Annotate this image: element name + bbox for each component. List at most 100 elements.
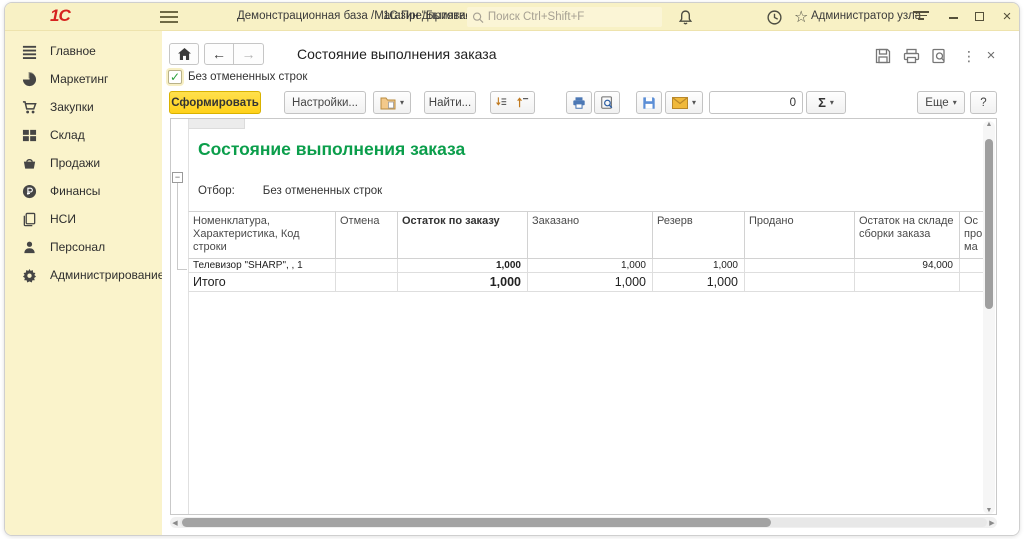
cell-sold[interactable] (745, 259, 855, 273)
expand-groups-icon (496, 96, 507, 109)
search-icon (472, 11, 484, 24)
titlebar: 1С Демонстрационная база /Магазин "Бытов… (5, 3, 1019, 31)
cell-total-label[interactable]: Итого (188, 273, 336, 292)
settings-button[interactable]: Настройки... (284, 91, 366, 114)
sidebar-item-marketing[interactable]: Маркетинг (5, 65, 162, 93)
home-button[interactable] (169, 43, 199, 65)
collapse-group-button[interactable]: − (172, 172, 183, 183)
scroll-up-arrow-icon[interactable]: ▲ (983, 121, 995, 128)
search-field[interactable] (488, 11, 657, 23)
cell-ordered[interactable]: 1,000 (528, 259, 653, 273)
col-header-sold[interactable]: Продано (745, 211, 855, 259)
close-window-button[interactable]: × (999, 9, 1015, 25)
sidebar-item-finansy[interactable]: Финансы (5, 177, 162, 205)
vertical-scrollbar[interactable]: ▲ ▼ (983, 121, 995, 514)
collapse-groups-button[interactable] (512, 91, 535, 114)
vertical-scroll-thumb[interactable] (985, 139, 993, 309)
marketing-pie-icon (22, 72, 37, 87)
minimize-button[interactable] (945, 9, 961, 25)
forward-button[interactable]: → (234, 43, 264, 65)
cell-total-ordered[interactable]: 1,000 (528, 273, 653, 292)
spreadsheet-corner (189, 119, 245, 129)
history-clock-icon[interactable] (766, 9, 783, 26)
sidebar-item-administrirovanie[interactable]: Администрирование (5, 261, 162, 289)
favorites-star-icon[interactable]: ☆ (794, 7, 811, 24)
sidebar-item-prodazhi[interactable]: Продажи (5, 149, 162, 177)
no-cancelled-rows-checkbox[interactable]: ✓ (168, 70, 182, 84)
horizontal-scrollbar[interactable]: ◀ ▶ (170, 517, 997, 528)
print-report-icon[interactable] (903, 48, 923, 66)
report-variants-button[interactable]: ▾ (373, 91, 411, 114)
save-result-button[interactable] (636, 91, 662, 114)
group-margin-divider (188, 119, 189, 515)
finance-ruble-icon (22, 184, 37, 199)
preview-icon[interactable] (931, 48, 951, 66)
cell-cancel[interactable] (336, 259, 398, 273)
report-title: Состояние выполнения заказа (198, 139, 465, 160)
horizontal-scroll-track[interactable] (180, 518, 987, 527)
find-button[interactable]: Найти... (424, 91, 476, 114)
hamburger-menu-icon[interactable] (160, 11, 178, 23)
cell-clipped[interactable] (960, 259, 984, 273)
filter-checkbox-row[interactable]: ✓ Без отмененных строк (168, 70, 307, 84)
col-header-order-remainder[interactable]: Остаток по заказу (398, 211, 528, 259)
group-bracket-line (177, 183, 178, 269)
sidebar-item-glavnoe[interactable]: Главное (5, 37, 162, 65)
page-title: Состояние выполнения заказа (297, 46, 497, 62)
cell-reserve[interactable]: 1,000 (653, 259, 745, 273)
more-actions-button[interactable]: Еще ▾ (917, 91, 965, 114)
col-header-clipped[interactable]: Ос про ма (960, 211, 984, 259)
cell-total-assembly-warehouse[interactable] (855, 273, 960, 292)
save-report-icon[interactable] (875, 48, 895, 66)
main-menu-icon (22, 44, 37, 59)
cell-total-sold[interactable] (745, 273, 855, 292)
report-variant-folder-icon (380, 96, 396, 110)
report-table: Номенклатура, Характеристика, Код строки… (188, 211, 984, 292)
cell-order-remainder[interactable]: 1,000 (398, 259, 528, 273)
quick-sum-field[interactable] (709, 91, 803, 114)
col-header-nomenclature[interactable]: Номенклатура, Характеристика, Код строки (188, 211, 336, 259)
group-bracket-tick (177, 269, 187, 270)
maximize-button[interactable] (971, 9, 987, 25)
app-name: 1С:Предприятие (383, 10, 472, 22)
back-button[interactable]: ← (204, 43, 234, 65)
home-icon (178, 48, 191, 60)
col-header-reserve[interactable]: Резерв (653, 211, 745, 259)
sidebar-item-personal[interactable]: Персонал (5, 233, 162, 261)
horizontal-scroll-thumb[interactable] (182, 518, 771, 527)
col-header-assembly-warehouse[interactable]: Остаток на складе сборки заказа (855, 211, 960, 259)
cell-total-cancel[interactable] (336, 273, 398, 292)
print-button[interactable] (566, 91, 592, 114)
scroll-down-arrow-icon[interactable]: ▼ (983, 507, 995, 514)
current-user-name[interactable]: Администратор узла (811, 10, 921, 22)
cell-total-order-remainder[interactable]: 1,000 (398, 273, 528, 292)
sidebar-item-sklad[interactable]: Склад (5, 121, 162, 149)
col-header-cancel[interactable]: Отмена (336, 211, 398, 259)
warehouse-grid-icon (22, 128, 37, 143)
connection-status-icon[interactable] (913, 11, 929, 23)
cell-total-clipped[interactable] (960, 273, 984, 292)
cell-total-reserve[interactable]: 1,000 (653, 273, 745, 292)
global-search-input[interactable] (467, 7, 662, 27)
expand-groups-button[interactable] (490, 91, 513, 114)
sidebar-item-nsi[interactable]: НСИ (5, 205, 162, 233)
scroll-right-arrow-icon[interactable]: ▶ (987, 519, 997, 527)
print-preview-button[interactable] (594, 91, 620, 114)
cell-assembly-warehouse[interactable]: 94,000 (855, 259, 960, 273)
mail-envelope-icon (672, 97, 688, 109)
scroll-left-arrow-icon[interactable]: ◀ (170, 519, 180, 527)
printer-icon (572, 96, 586, 110)
col-header-ordered[interactable]: Заказано (528, 211, 653, 259)
filter-value: Без отмененных строк (263, 185, 382, 197)
notifications-bell-icon[interactable] (677, 9, 694, 26)
more-menu-icon[interactable]: ⋮ (959, 48, 979, 66)
send-mail-button[interactable]: ▾ (665, 91, 703, 114)
generate-button[interactable]: Сформировать (169, 91, 261, 114)
autosum-button[interactable]: Σ ▾ (806, 91, 846, 114)
cell-nomenclature[interactable]: Телевизор "SHARP", , 1 (188, 259, 336, 273)
print-preview-icon (600, 96, 614, 110)
close-report-button[interactable]: × (981, 48, 1001, 66)
sidebar-item-zakupki[interactable]: Закупки (5, 93, 162, 121)
app-window: 1С Демонстрационная база /Магазин "Бытов… (4, 2, 1020, 536)
help-button[interactable]: ? (970, 91, 997, 114)
